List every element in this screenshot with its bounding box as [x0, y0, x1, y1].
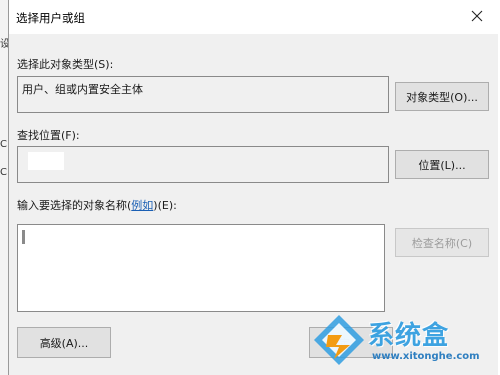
close-button[interactable]	[460, 2, 494, 30]
watermark-url: www.xitonghe.com	[372, 351, 480, 362]
dialog-title: 选择用户或组	[16, 11, 85, 25]
object-type-field: 用户、组或内置安全主体	[17, 76, 389, 113]
title-bar: 选择用户或组	[9, 0, 498, 34]
check-names-button[interactable]: 检查名称(C)	[395, 228, 489, 257]
advanced-button[interactable]: 高级(A)...	[17, 327, 111, 358]
location-value-redacted	[28, 152, 64, 170]
location-label: 查找位置(F):	[17, 129, 80, 142]
object-type-label: 选择此对象类型(S):	[17, 58, 114, 71]
watermark-site-name: 系统盒	[368, 321, 450, 351]
object-names-label: 输入要选择的对象名称(例如)(E):	[17, 197, 177, 213]
background-text: C	[0, 167, 7, 178]
object-type-value: 用户、组或内置安全主体	[22, 83, 143, 96]
screen: 设 C C 选择用户或组 选择此对象类型(S): 用户、组或内置安全主体 对象类…	[0, 0, 500, 375]
location-field	[17, 146, 389, 183]
object-names-label-prefix: 输入要选择的对象名称(	[17, 199, 132, 212]
watermark: 系统盒 www.xitonghe.com	[312, 309, 492, 371]
locations-button[interactable]: 位置(L)...	[395, 150, 489, 179]
object-types-button[interactable]: 对象类型(O)...	[395, 82, 489, 111]
background-text: C	[0, 139, 7, 150]
object-names-label-suffix: )(E):	[153, 199, 177, 212]
watermark-logo-icon	[314, 315, 364, 365]
text-caret	[22, 230, 25, 244]
close-icon	[471, 10, 483, 22]
object-names-input[interactable]	[17, 224, 385, 312]
examples-link[interactable]: 例如	[131, 199, 153, 212]
